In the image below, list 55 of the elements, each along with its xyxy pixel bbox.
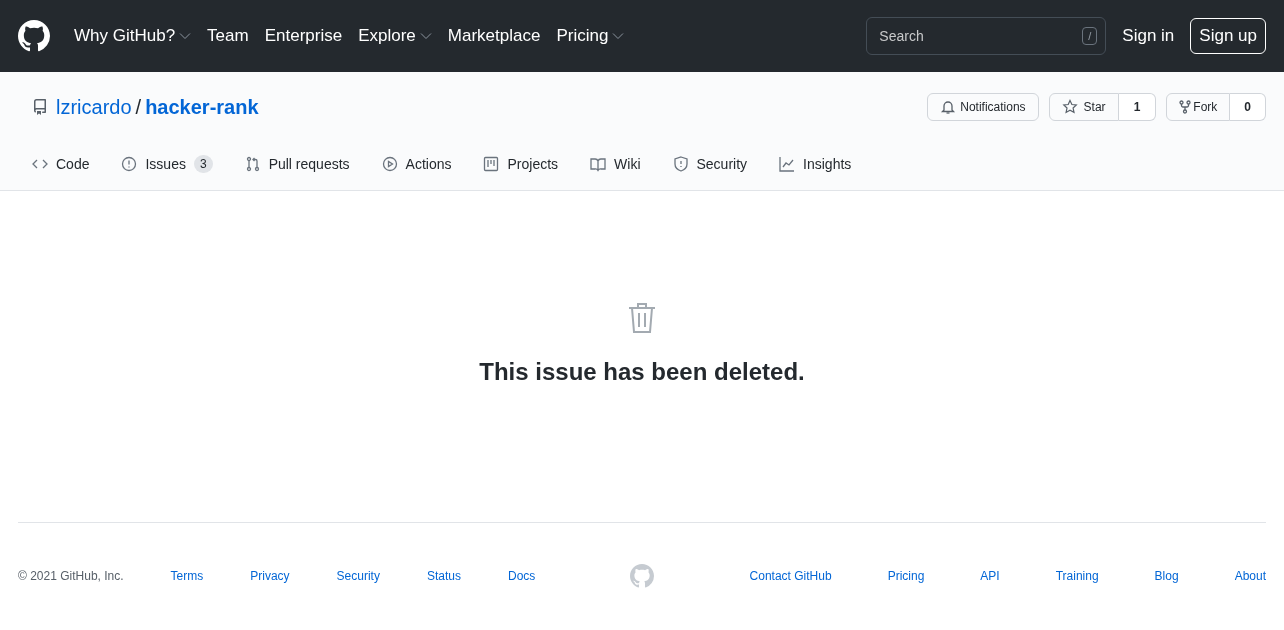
repository-tab[interactable]: Security	[656, 140, 764, 190]
repository-icon	[32, 99, 48, 115]
nav-link[interactable]: Team	[207, 23, 249, 49]
repository-tab[interactable]: Pull requests	[228, 140, 366, 190]
repository-name-link[interactable]: hacker-rank	[145, 92, 259, 122]
nav-link[interactable]: Pricing	[556, 23, 625, 49]
footer-link[interactable]: Status	[426, 567, 461, 585]
footer-link[interactable]: Training	[1055, 567, 1099, 585]
shield-icon	[672, 156, 689, 172]
footer-link[interactable]: API	[980, 567, 1000, 585]
repository-tab[interactable]: Issues 3	[105, 140, 229, 190]
footer-link[interactable]: Terms	[170, 567, 204, 585]
nav-link[interactable]: Marketplace	[447, 23, 541, 49]
caret-icon	[612, 32, 625, 40]
bell-icon	[940, 99, 957, 115]
footer-link[interactable]: Privacy	[250, 567, 290, 585]
exclamation-circle-icon	[121, 156, 138, 172]
star-count[interactable]: 1	[1118, 93, 1157, 121]
caret-icon	[419, 32, 432, 40]
project-board-icon	[483, 156, 500, 172]
footer-link[interactable]: Docs	[507, 567, 536, 585]
repository-tab[interactable]: Wiki	[574, 140, 657, 190]
repository-owner-link[interactable]: lzricardo	[56, 92, 132, 122]
notifications-button[interactable]: Notifications	[927, 93, 1039, 121]
repository-tab[interactable]: Projects	[467, 140, 575, 190]
repository-tab[interactable]: Actions	[365, 140, 468, 190]
graph-icon	[779, 156, 796, 172]
book-icon	[590, 156, 607, 172]
github-logo-icon[interactable]	[18, 20, 50, 52]
footer-link[interactable]: Security	[336, 567, 380, 585]
keyboard-shortcut-hint: /	[1082, 27, 1098, 45]
repository-tab[interactable]: Code	[16, 140, 106, 190]
issue-count-badge: 3	[193, 155, 213, 173]
repository-tab[interactable]: Insights	[763, 140, 868, 190]
footer-link[interactable]: Pricing	[887, 567, 925, 585]
deleted-message: This issue has been deleted.	[479, 357, 805, 387]
footer-link[interactable]: Blog	[1154, 567, 1179, 585]
nav-link[interactable]: Enterprise	[264, 23, 343, 49]
sign-up-button[interactable]: Sign up	[1190, 18, 1266, 54]
star-button[interactable]: Star	[1048, 93, 1119, 121]
footer-link[interactable]: Contact GitHub	[749, 567, 832, 585]
nav-link[interactable]: Explore	[358, 23, 432, 49]
sign-in-link[interactable]: Sign in	[1122, 23, 1175, 49]
path-separator: /	[135, 95, 142, 120]
fork-button[interactable]: Fork	[1166, 93, 1231, 121]
nav-link[interactable]: Why GitHub?	[74, 23, 192, 49]
fork-icon	[1179, 100, 1192, 114]
trash-icon	[628, 302, 656, 334]
caret-icon	[179, 32, 192, 40]
play-circle-icon	[381, 156, 398, 172]
copyright-text: © 2021 GitHub, Inc.	[18, 568, 124, 585]
footer-link[interactable]: About	[1234, 567, 1266, 585]
star-icon	[1061, 99, 1078, 115]
pull-request-icon	[244, 156, 261, 172]
fork-count[interactable]: 0	[1230, 93, 1266, 121]
